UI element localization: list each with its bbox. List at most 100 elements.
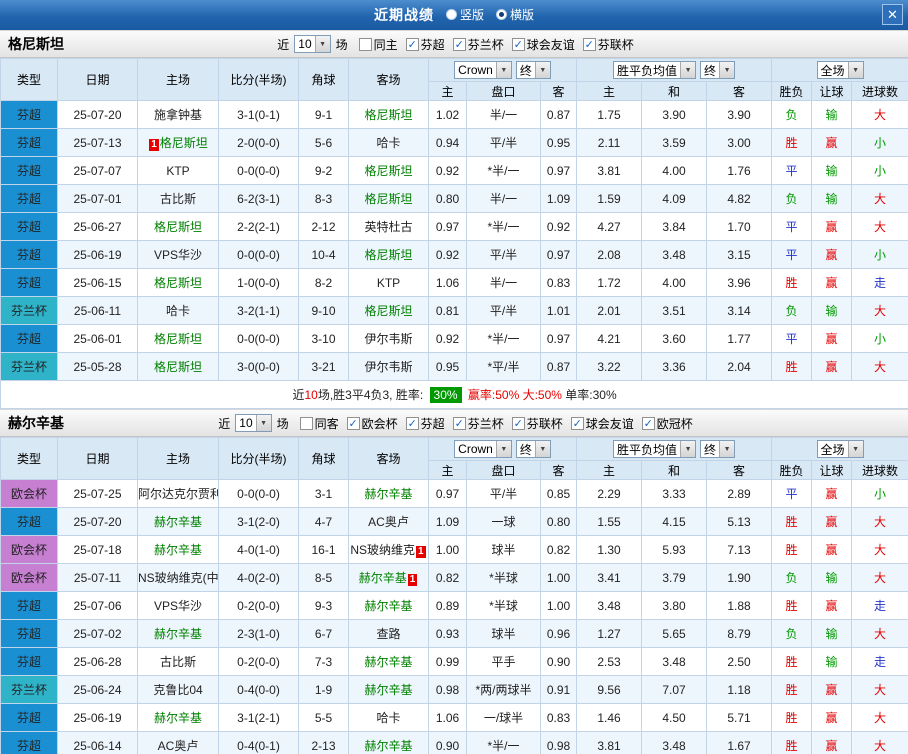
odds-final-select[interactable]: 终 ▼ [515,61,551,79]
match-date: 25-07-18 [57,535,138,564]
filter-checkbox-芬联杯[interactable]: ✓ 芬联杯 [511,415,563,432]
avg-away: 1.18 [706,675,773,704]
filter-checkbox-芬超[interactable]: ✓ 芬超 [405,415,445,432]
result-goals: 大 [851,703,908,732]
chevron-down-icon: ▼ [495,62,511,78]
away-team: AC奥卢 [348,507,429,536]
filter-bar: 近 10 ▼ 场同客 ✓ 欧会杯 ✓ 芬超 ✓ 芬兰杯 ✓ 芬联杯 ✓ 球会友谊 ✓ 欧冠杯 [218,414,693,432]
avg-draw: 5.65 [641,619,708,648]
table-row: 芬超 25-07-06 VPS华沙 0-2(0-0) 9-3 赫尔辛基 0.89 *半球 1.0… [0,591,908,620]
odds-source-select[interactable]: Crown ▼ [454,440,512,458]
result-handicap: 赢 [811,240,853,269]
avg-final-select[interactable]: 终 ▼ [700,440,736,458]
table-row: 欧会杯 25-07-11 NS玻纳维克(中) 4-0(2-0) 8-5 赫尔辛基 1 0.82… [0,563,908,592]
home-team: 1 格尼斯坦 [137,128,219,157]
odds-handicap: *半球 [466,563,541,592]
result-goals: 大 [851,675,908,704]
home-team: NS玻纳维克(中) [137,563,219,592]
filter-checkbox-欧冠杯[interactable]: ✓ 欧冠杯 [641,415,693,432]
corner-count: 3-1 [298,479,349,508]
away-team: 哈卡 [348,703,429,732]
chevron-down-icon: ▼ [847,62,863,78]
match-date: 25-07-13 [57,128,138,157]
away-team: 赫尔辛基 [348,479,429,508]
filter-checkbox-同主[interactable]: 同主 [358,36,398,53]
red-card-badge: 1 [416,546,426,558]
odds-away: 1.00 [539,563,578,592]
away-team: 英特杜古 [348,212,429,241]
avg-draw: 3.90 [641,100,708,129]
table-row: 芬超 25-06-27 格尼斯坦 2-2(2-1) 2-12 英特杜古 0.97 *半/一 0.… [0,212,908,241]
avg-final-select[interactable]: 终 ▼ [700,61,736,79]
result-wdl: 胜 [771,507,813,536]
result-handicap: 赢 [811,352,853,381]
match-count-select[interactable]: 10 ▼ [294,35,331,53]
away-team: 格尼斯坦 [348,100,429,129]
match-score: 2-3(1-0) [218,619,299,648]
recent-results-panel: 近期战绩 竖版 横版 ✕ 格尼斯坦近 10 ▼ 场同主 ✓ 芬超 ✓ 芬兰杯 ✓ 球会友谊 ✓ 芬联杯类… [0,0,908,754]
league-badge: 芬超 [0,212,58,241]
filter-checkbox-芬超[interactable]: ✓ 芬超 [405,36,445,53]
result-wdl: 胜 [771,703,813,732]
avg-home: 3.81 [576,731,643,754]
odds-handicap: *半/一 [466,212,541,241]
column-subheader: 和 [641,460,708,480]
league-badge: 芬兰杯 [0,296,58,325]
filter-checkbox-芬兰杯[interactable]: ✓ 芬兰杯 [452,36,504,53]
filter-checkbox-芬兰杯[interactable]: ✓ 芬兰杯 [452,415,504,432]
avg-away: 2.50 [706,647,773,676]
odds-away: 0.97 [539,324,578,353]
result-wdl: 胜 [771,731,813,754]
team-name: 格尼斯坦 [8,36,64,52]
scope-select[interactable]: 全场 ▼ [816,61,864,79]
filter-checkbox-芬联杯[interactable]: ✓ 芬联杯 [582,36,634,53]
odds-handicap: 平手 [466,647,541,676]
avg-odds-select[interactable]: 胜平负均值 ▼ [613,61,697,79]
result-goals: 大 [851,731,908,754]
filter-checkbox-球会友谊[interactable]: ✓ 球会友谊 [511,36,575,53]
home-team: 格尼斯坦 [137,352,219,381]
home-team: 格尼斯坦 [137,268,219,297]
home-team: 赫尔辛基 [137,619,219,648]
filter-checkbox-欧会杯[interactable]: ✓ 欧会杯 [346,415,398,432]
checkbox-icon: ✓ [641,416,655,430]
odds-handicap: 平/半 [466,240,541,269]
corner-count: 2-13 [298,731,349,754]
result-goals: 小 [851,240,908,269]
avg-away: 5.71 [706,703,773,732]
result-goals: 大 [851,535,908,564]
odds-handicap: 球半 [466,535,541,564]
column-subheader: 主 [576,81,643,101]
column-subheader: 客 [706,81,773,101]
match-score: 1-0(0-0) [218,268,299,297]
avg-draw: 4.00 [641,156,708,185]
avg-odds-select[interactable]: 胜平负均值 ▼ [613,440,697,458]
table-row: 芬兰杯 25-06-11 哈卡 3-2(1-1) 9-10 格尼斯坦 0.81 平/半 1.01… [0,296,908,325]
column-subheader: 客 [539,460,578,480]
titlebar: 近期战绩 竖版 横版 ✕ [0,0,908,30]
odds-home: 0.81 [428,296,467,325]
odds-source-select[interactable]: Crown ▼ [454,61,512,79]
avg-draw: 3.59 [641,128,708,157]
layout-radio-横版[interactable]: 横版 [496,6,534,23]
column-subheader: 客 [706,460,773,480]
odds-handicap: 半/一 [466,100,541,129]
odds-away: 0.82 [539,535,578,564]
home-team: 赫尔辛基 [137,535,219,564]
odds-final-select[interactable]: 终 ▼ [515,440,551,458]
match-count-select[interactable]: 10 ▼ [235,414,272,432]
chevron-down-icon: ▼ [680,441,696,457]
corner-count: 3-21 [298,352,349,381]
filter-checkbox-球会友谊[interactable]: ✓ 球会友谊 [570,415,634,432]
red-card-badge: 1 [407,574,418,586]
layout-radio-竖版[interactable]: 竖版 [445,6,484,23]
filter-checkbox-同客[interactable]: 同客 [299,415,339,432]
avg-home: 2.29 [576,479,643,508]
avg-draw: 3.51 [641,296,708,325]
result-handicap: 输 [811,184,853,213]
table-row: 芬超 25-07-20 施拿钟基 3-1(0-1) 9-1 格尼斯坦 1.02 半/一 0.87… [0,100,908,129]
result-wdl: 平 [771,324,813,353]
scope-select[interactable]: 全场 ▼ [816,440,864,458]
close-button[interactable]: ✕ [882,4,903,25]
match-date: 25-07-07 [57,156,138,185]
